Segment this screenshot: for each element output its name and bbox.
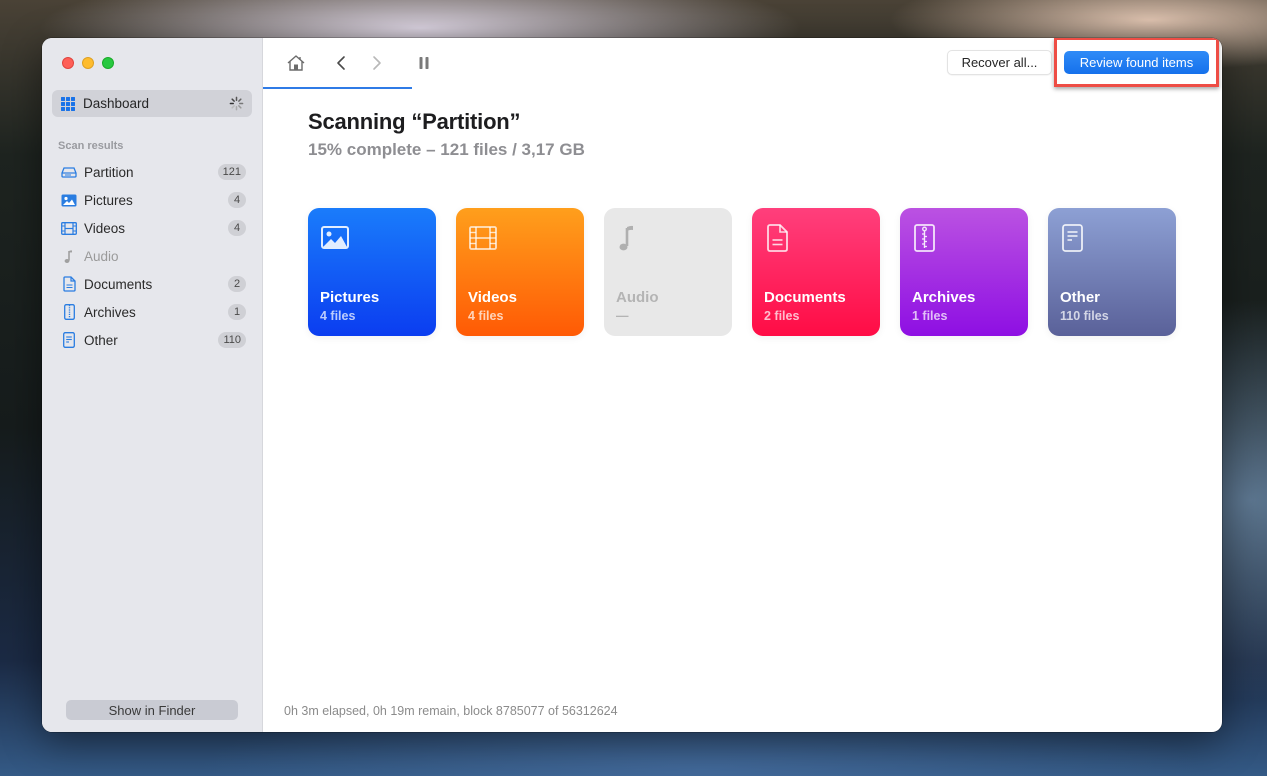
sidebar-item-archives[interactable]: Archives 1 [52,298,252,326]
card-count: 4 files [468,309,504,323]
sidebar-item-dashboard[interactable]: Dashboard [52,90,252,117]
card-archives[interactable]: Archives 1 files [900,208,1028,336]
card-title: Other [1060,289,1101,306]
photo-icon [321,226,349,249]
pause-icon [419,57,429,69]
loading-spinner-icon [229,96,244,111]
pause-button[interactable] [412,52,436,74]
show-in-finder-button[interactable]: Show in Finder [66,700,238,720]
window-controls [62,57,114,69]
music-note-icon [619,225,633,251]
chevron-right-icon [373,56,381,70]
sidebar-item-videos[interactable]: Videos 4 [52,214,252,242]
card-count: 4 files [320,309,356,323]
close-window-button[interactable] [62,57,74,69]
count-badge: 1 [228,304,246,320]
sidebar: Dashboard Scan results Partition 121 Pic… [42,38,263,732]
other-file-icon [1062,224,1083,252]
grid-icon [61,96,75,111]
drive-icon [61,164,77,180]
card-audio[interactable]: Audio — [604,208,732,336]
scan-results-heading: Scan results [58,140,124,152]
film-icon [61,220,77,236]
review-found-items-button[interactable]: Review found items [1064,51,1209,74]
card-title: Documents [764,289,846,306]
card-title: Videos [468,289,517,306]
card-documents[interactable]: Documents 2 files [752,208,880,336]
card-pictures[interactable]: Pictures 4 files [308,208,436,336]
chevron-left-icon [337,56,345,70]
main-content: Recover all... Review found items Scanni… [263,38,1222,732]
archive-zip-icon [914,224,935,252]
sidebar-item-label: Audio [84,248,119,264]
sidebar-item-label: Documents [84,276,153,292]
sidebar-item-partition[interactable]: Partition 121 [52,158,252,186]
count-badge: 2 [228,276,246,292]
sidebar-item-label: Dashboard [83,96,150,111]
sidebar-item-documents[interactable]: Documents 2 [52,270,252,298]
document-icon [61,276,77,292]
count-badge: 4 [228,220,246,236]
recover-all-button[interactable]: Recover all... [947,50,1052,75]
scan-progress-summary: 15% complete – 121 files / 3,17 GB [308,140,585,159]
card-title: Pictures [320,289,380,306]
count-badge: 110 [218,332,246,348]
count-badge: 4 [228,192,246,208]
back-button[interactable] [329,52,353,74]
sidebar-item-audio[interactable]: Audio [52,242,252,270]
sidebar-item-other[interactable]: Other 110 [52,326,252,354]
sidebar-item-label: Other [84,332,118,348]
sidebar-item-label: Archives [84,304,136,320]
music-note-icon [61,248,77,264]
card-title: Audio [616,289,659,306]
archive-zip-icon [61,304,77,320]
card-count: — [616,309,629,323]
sidebar-item-label: Videos [84,220,126,236]
sidebar-item-pictures[interactable]: Pictures 4 [52,186,252,214]
toolbar: Recover all... Review found items [263,38,1222,90]
zoom-window-button[interactable] [102,57,114,69]
page-title: Scanning “Partition” [308,109,521,134]
app-window: Dashboard Scan results Partition 121 Pic… [42,38,1222,732]
card-count: 1 files [912,309,948,323]
sidebar-item-label: Pictures [84,192,133,208]
minimize-window-button[interactable] [82,57,94,69]
home-button[interactable] [284,52,308,74]
other-file-icon [61,332,77,348]
category-cards: Pictures 4 files Videos 4 files Audio — … [308,208,1176,336]
card-other[interactable]: Other 110 files [1048,208,1176,336]
count-badge: 121 [217,164,246,180]
photo-icon [61,192,77,208]
home-icon [287,55,305,71]
card-count: 110 files [1060,309,1109,323]
card-title: Archives [912,289,976,306]
card-videos[interactable]: Videos 4 files [456,208,584,336]
film-icon [469,226,497,250]
scan-status-line: 0h 3m elapsed, 0h 19m remain, block 8785… [284,704,618,718]
scan-results-list: Partition 121 Pictures 4 Videos 4 Audio … [52,158,252,354]
sidebar-item-label: Partition [84,164,134,180]
forward-button[interactable] [365,52,389,74]
document-icon [767,224,788,252]
card-count: 2 files [764,309,800,323]
progress-tab-underline [263,87,412,89]
